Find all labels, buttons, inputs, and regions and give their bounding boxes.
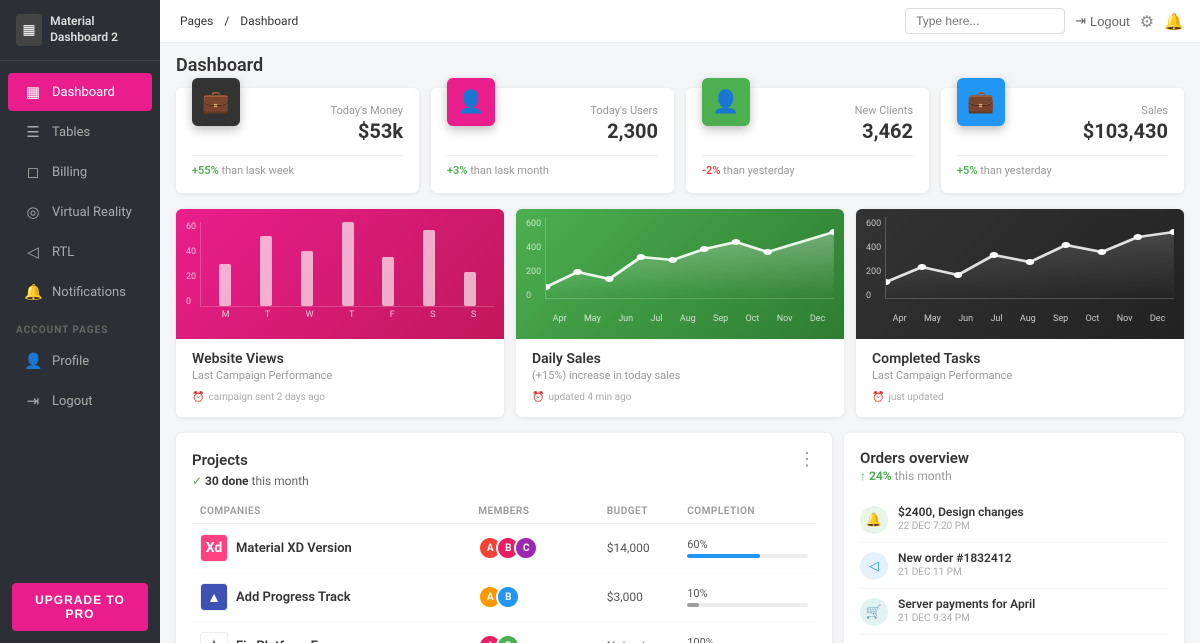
order-date: 21 DEC 9:34 PM <box>898 613 1168 624</box>
stat-card-money: 💼 Today's Money $53k +55% than lask week <box>176 88 419 193</box>
sidebar-label-vr: Virtual Reality <box>52 205 132 220</box>
order-title: New order #1832412 <box>898 551 1168 565</box>
order-title: $2400, Design changes <box>898 505 1168 519</box>
notifications-icon: 🔔 <box>24 283 42 301</box>
sidebar-label-tables: Tables <box>52 125 90 140</box>
settings-icon[interactable]: ⚙ <box>1140 12 1154 31</box>
breadcrumb: Pages / Dashboard <box>176 14 302 28</box>
billing-icon: ◻ <box>24 163 42 181</box>
page-title: Dashboard <box>176 55 1184 76</box>
chart-card-completed-tasks: 6004002000 <box>856 209 1184 417</box>
sidebar-item-dashboard[interactable]: ▦ Dashboard <box>8 73 152 111</box>
order-item: 🛒 Server payments for April 21 DEC 9:34 … <box>860 589 1168 635</box>
topbar: Pages / Dashboard ⇥ Logout ⚙ 🔔 <box>160 0 1200 43</box>
chart-time-completed-tasks: ⏰just updated <box>872 392 1168 403</box>
order-dot: ◁ <box>860 552 888 580</box>
chart-time-website-views: ⏰campaign sent 2 days ago <box>192 392 488 403</box>
sidebar-item-tables[interactable]: ☰ Tables <box>8 113 152 151</box>
rtl-icon: ◁ <box>24 243 42 261</box>
stat-icon-money: 💼 <box>192 78 240 126</box>
stat-card-users: 👤 Today's Users 2,300 +3% than lask mont… <box>431 88 674 193</box>
stats-row: 💼 Today's Money $53k +55% than lask week… <box>176 88 1184 193</box>
chart-card-daily-sales: 6004002000 <box>516 209 844 417</box>
stat-card-clients: 👤 New Clients 3,462 -2% than yesterday <box>686 88 929 193</box>
stat-icon-clients: 👤 <box>702 78 750 126</box>
order-item: 🔔 $2400, Design changes 22 DEC 7:20 PM <box>860 497 1168 543</box>
logo-icon: ▦ <box>16 14 42 46</box>
col-members: MEMBERS <box>470 500 599 524</box>
stat-change-users: +3% <box>447 164 467 177</box>
order-item: 💳 New card added for order #4395133 20 D… <box>860 635 1168 643</box>
vr-icon: ◎ <box>24 203 42 221</box>
sidebar-item-notifications[interactable]: 🔔 Notifications <box>8 273 152 311</box>
sidebar-item-logout[interactable]: ⇥ Logout <box>8 382 152 420</box>
sidebar: ▦ Material Dashboard 2 ▦ Dashboard ☰ Tab… <box>0 0 160 643</box>
chart-card-website-views: 6040200 MTWTFSS <box>176 209 504 417</box>
stat-icon-sales: 💼 <box>957 78 1005 126</box>
sidebar-logo: ▦ Material Dashboard 2 <box>0 0 160 61</box>
order-title: Server payments for April <box>898 597 1168 611</box>
main-content: Pages / Dashboard ⇥ Logout ⚙ 🔔 Dashboard… <box>160 0 1200 643</box>
charts-row: 6040200 MTWTFSS <box>176 209 1184 417</box>
col-companies: COMPANIES <box>192 500 470 524</box>
bell-icon[interactable]: 🔔 <box>1164 12 1184 31</box>
sidebar-label-dashboard: Dashboard <box>52 85 115 100</box>
stat-footer-text-money: than lask week <box>221 164 294 177</box>
stat-card-sales: 💼 Sales $103,430 +5% than yesterday <box>941 88 1184 193</box>
stat-change-clients: -2% <box>702 164 720 177</box>
sidebar-label-rtl: RTL <box>52 245 74 260</box>
sidebar-label-profile: Profile <box>52 354 89 369</box>
sidebar-item-rtl[interactable]: ◁ RTL <box>8 233 152 271</box>
sidebar-item-billing[interactable]: ◻ Billing <box>8 153 152 191</box>
logo-text: Material Dashboard 2 <box>50 14 144 45</box>
stat-footer-text-users: than lask month <box>470 164 549 177</box>
logout-nav-icon: ⇥ <box>24 392 42 410</box>
profile-icon: 👤 <box>24 352 42 370</box>
chart-subtitle-daily-sales: (+15%) increase in today sales <box>532 369 828 382</box>
stat-change-sales: +5% <box>957 164 977 177</box>
stat-footer-text-clients: than yesterday <box>723 164 794 177</box>
stat-footer-text-sales: than yesterday <box>980 164 1051 177</box>
order-dot: 🔔 <box>860 506 888 534</box>
sidebar-item-profile[interactable]: 👤 Profile <box>8 342 152 380</box>
order-date: 21 DEC 11 PM <box>898 567 1168 578</box>
chart-subtitle-completed-tasks: Last Campaign Performance <box>872 369 1168 382</box>
chart-time-daily-sales: ⏰updated 4 min ago <box>532 392 828 403</box>
table-row: Xd Material XD Version ABC$14,00060% <box>192 524 816 573</box>
stat-change-money: +55% <box>192 164 219 177</box>
table-row: ✦ Fix Platform Errors ABNot set100% <box>192 622 816 643</box>
dashboard-icon: ▦ <box>24 83 42 101</box>
orders-title: Orders overview <box>860 449 1168 467</box>
logout-icon: ⇥ <box>1075 13 1086 29</box>
sidebar-label-logout: Logout <box>52 394 93 409</box>
col-budget: BUDGET <box>599 500 679 524</box>
order-item: ◁ New order #1832412 21 DEC 11 PM <box>860 543 1168 589</box>
col-completion: COMPLETION <box>679 500 816 524</box>
search-input[interactable] <box>905 8 1065 34</box>
sidebar-label-notifications: Notifications <box>52 285 126 300</box>
chart-title-completed-tasks: Completed Tasks <box>872 351 1168 367</box>
stat-icon-users: 👤 <box>447 78 495 126</box>
logout-button[interactable]: ⇥ Logout <box>1075 13 1130 29</box>
projects-title: Projects <box>192 451 248 469</box>
sidebar-item-vr[interactable]: ◎ Virtual Reality <box>8 193 152 231</box>
table-row: ▲ Add Progress Track AB$3,00010% <box>192 573 816 622</box>
sidebar-label-billing: Billing <box>52 165 87 180</box>
chart-title-website-views: Website Views <box>192 351 488 367</box>
chart-subtitle-website-views: Last Campaign Performance <box>192 369 488 382</box>
projects-kebab-menu[interactable]: ⋮ <box>798 449 816 470</box>
account-section-label: ACCOUNT PAGES <box>0 313 160 340</box>
upgrade-button[interactable]: UPGRADE TO PRO <box>12 583 148 631</box>
tables-icon: ☰ <box>24 123 42 141</box>
projects-card: Projects ⋮ ✓ 30 done this month COMPANIE… <box>176 433 832 643</box>
order-date: 22 DEC 7:20 PM <box>898 521 1168 532</box>
orders-card: Orders overview ↑ 24% this month 🔔 $2400… <box>844 433 1184 643</box>
chart-title-daily-sales: Daily Sales <box>532 351 828 367</box>
projects-subtitle: ✓ 30 done this month <box>192 474 816 488</box>
orders-subtitle: ↑ 24% this month <box>860 469 1168 483</box>
order-dot: 🛒 <box>860 598 888 626</box>
